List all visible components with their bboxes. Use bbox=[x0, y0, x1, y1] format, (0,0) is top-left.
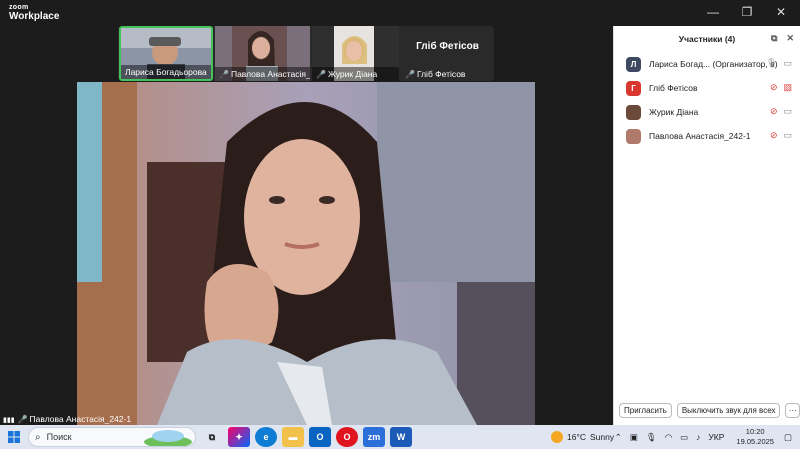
main-video-feed bbox=[77, 82, 535, 425]
restore-button[interactable]: ❐ bbox=[730, 5, 764, 19]
avatar bbox=[626, 104, 641, 120]
mic-muted-icon: 🎤 bbox=[219, 70, 229, 79]
participant-name: Павлова Анастасія_242-1 bbox=[649, 131, 751, 141]
logo-bottom-text: Workplace bbox=[9, 11, 60, 22]
weather-widget[interactable]: 16°C Sunny bbox=[551, 425, 614, 449]
participant-name: Гліб Фетісов bbox=[649, 83, 698, 93]
mic-muted-icon[interactable]: ⊘ bbox=[770, 106, 778, 117]
video-on-icon[interactable]: ▭ bbox=[783, 58, 792, 69]
outlook-icon[interactable]: O bbox=[309, 427, 331, 447]
participants-footer: Пригласить Выключить звук для всех ··· bbox=[614, 403, 800, 418]
mic-on-icon[interactable]: 🎙 bbox=[766, 58, 777, 69]
participants-list: Л Лариса Богад... (Организатор, я) 🎙 ▭ Г… bbox=[614, 52, 800, 148]
taskbar-apps: ⧉ ✦ e ▬ O O zm W bbox=[201, 425, 412, 449]
participant-name-card: Гліб Фетісов bbox=[416, 41, 479, 52]
opera-icon[interactable]: O bbox=[336, 427, 358, 447]
avatar: Л bbox=[626, 56, 641, 72]
invite-button[interactable]: Пригласить bbox=[619, 403, 672, 418]
thumbnail-larysa[interactable]: Лариса Богадьорова bbox=[119, 26, 213, 81]
pop-out-icon[interactable]: ⧉ bbox=[771, 33, 777, 44]
notification-icon[interactable]: ▢ bbox=[784, 432, 792, 443]
close-panel-icon[interactable]: ✕ bbox=[786, 33, 794, 44]
zoom-window: zoom Workplace — ❐ ✕ Лариса Богадьорова bbox=[0, 0, 800, 425]
participant-name: Журик Діана bbox=[649, 107, 699, 117]
video-off-icon[interactable]: ▧ bbox=[783, 82, 792, 93]
thumbnail-label: Лариса Богадьорова bbox=[121, 65, 211, 79]
camera-icon[interactable]: ▣ bbox=[630, 432, 638, 443]
mute-all-button[interactable]: Выключить звук для всех bbox=[676, 403, 781, 418]
clock-date: 19.05.2025 bbox=[736, 437, 774, 446]
speaker-video bbox=[77, 82, 535, 425]
thumbnail-pavlova[interactable]: 🎤Павлова Анастасія_2... bbox=[215, 26, 310, 81]
copilot-icon[interactable]: ✦ bbox=[228, 427, 250, 447]
word-icon[interactable]: W bbox=[390, 427, 412, 447]
thumbnail-name: Павлова Анастасія_2... bbox=[230, 69, 310, 79]
participant-row[interactable]: Л Лариса Богад... (Организатор, я) 🎙 ▭ bbox=[614, 52, 800, 76]
video-on-icon[interactable]: ▭ bbox=[783, 130, 792, 141]
zoom-logo: zoom Workplace bbox=[9, 4, 59, 22]
participant-row[interactable]: Журик Діана ⊘ ▭ bbox=[614, 100, 800, 124]
window-controls: — ❐ ✕ bbox=[696, 0, 798, 24]
thumbnail-hlib[interactable]: Гліб Фетісов 🎤 Гліб Фетісов bbox=[401, 26, 494, 81]
thumbnail-zhuryk[interactable]: 🎤 Журик Діана bbox=[312, 26, 399, 81]
mic-muted-icon[interactable]: ⊘ bbox=[770, 82, 778, 93]
language-indicator[interactable]: УКР bbox=[708, 432, 724, 442]
mic-muted-icon: 🎤 bbox=[405, 70, 415, 79]
title-bar: zoom Workplace bbox=[0, 0, 612, 26]
thumbnail-name: Журик Діана bbox=[327, 69, 378, 79]
search-placeholder: Поиск bbox=[46, 432, 72, 442]
chevron-up-icon[interactable]: ⌃ bbox=[615, 432, 622, 443]
task-view-icon[interactable]: ⧉ bbox=[201, 427, 223, 447]
participants-header: Участники (4) ⧉ ✕ bbox=[614, 26, 800, 52]
volume-icon[interactable]: ♪ bbox=[696, 432, 700, 442]
avatar bbox=[626, 128, 641, 144]
microphone-icon[interactable]: 🎙 bbox=[646, 432, 657, 443]
video-on-icon[interactable]: ▭ bbox=[783, 106, 792, 117]
file-explorer-icon[interactable]: ▬ bbox=[282, 427, 304, 447]
close-button[interactable]: ✕ bbox=[764, 5, 798, 19]
mic-muted-icon: 🎤 bbox=[17, 415, 28, 424]
main-video-name: Павлова Анастасія_242-1 bbox=[29, 414, 132, 424]
video-thumbnail-strip: Лариса Богадьорова 🎤Павлова Анастасія_2.… bbox=[118, 26, 494, 81]
participant-row[interactable]: Г Гліб Фетісов ⊘ ▧ bbox=[614, 76, 800, 100]
clock[interactable]: 10:20 19.05.2025 bbox=[736, 427, 774, 447]
windows-taskbar: ⌕ Поиск ⧉ ✦ e ▬ O O zm W 16°C Sunny ⌃ ▣ … bbox=[0, 425, 800, 449]
taskbar-search[interactable]: ⌕ Поиск bbox=[28, 427, 196, 447]
minimize-button[interactable]: — bbox=[696, 5, 730, 19]
search-icon: ⌕ bbox=[35, 431, 41, 443]
logo-top-text: zoom bbox=[9, 4, 29, 11]
more-options-button[interactable]: ··· bbox=[785, 403, 800, 418]
thumbnail-name: Гліб Фетісов bbox=[416, 69, 466, 79]
sun-icon bbox=[551, 431, 563, 443]
thumbnail-name: Лариса Богадьорова bbox=[125, 67, 207, 77]
main-video-label: ▮▮▮ 🎤 Павлова Анастасія_242-1 bbox=[0, 413, 131, 425]
start-button[interactable] bbox=[0, 425, 28, 449]
avatar: Г bbox=[626, 80, 641, 96]
mic-muted-icon[interactable]: ⊘ bbox=[770, 130, 778, 141]
mic-muted-icon: 🎤 bbox=[316, 70, 326, 79]
clock-time: 10:20 bbox=[745, 427, 765, 436]
system-tray: ⌃ ▣ 🎙 ◠ ▭ ♪ УКР 10:20 19.05.2025 ▢ bbox=[611, 425, 800, 449]
participants-title: Участники (4) bbox=[678, 34, 736, 44]
wifi-icon[interactable]: ◠ bbox=[665, 432, 672, 443]
thumbnail-label: 🎤 Гліб Фетісов bbox=[401, 67, 494, 81]
participant-name: Лариса Богад... (Организатор, я) bbox=[649, 59, 778, 69]
zoom-app-icon[interactable]: zm bbox=[363, 427, 385, 447]
search-highlight-image bbox=[144, 430, 192, 446]
windows-icon bbox=[8, 431, 20, 443]
thumbnail-label: 🎤Павлова Анастасія_2... bbox=[215, 67, 310, 81]
edge-icon[interactable]: e bbox=[255, 427, 277, 447]
weather-temp: 16°C bbox=[567, 432, 586, 442]
thumbnail-label: 🎤 Журик Діана bbox=[312, 67, 399, 81]
participant-row[interactable]: Павлова Анастасія_242-1 ⊘ ▭ bbox=[614, 124, 800, 148]
battery-icon[interactable]: ▭ bbox=[680, 432, 688, 443]
participants-panel: Участники (4) ⧉ ✕ Л Лариса Богад... (Орг… bbox=[613, 26, 800, 425]
